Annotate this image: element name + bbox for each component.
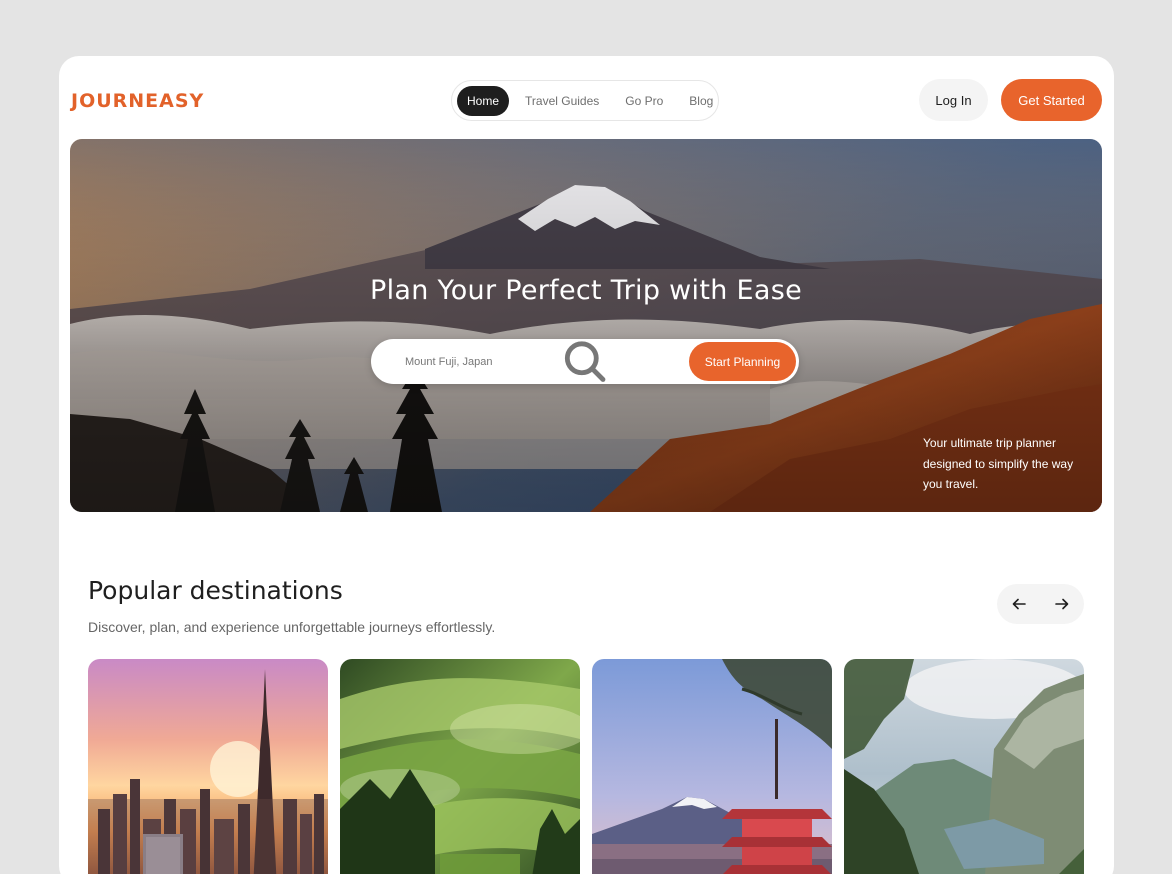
login-button[interactable]: Log In	[919, 79, 988, 121]
nav-item-blog[interactable]: Blog	[679, 86, 723, 116]
start-planning-button[interactable]: Start Planning	[689, 342, 796, 381]
destination-card[interactable]	[340, 659, 580, 874]
carousel-prev-button[interactable]	[997, 584, 1040, 624]
hero-title: Plan Your Perfect Trip with Ease	[369, 275, 802, 306]
app-window: JOURNEASY Home Travel Guides Go Pro Blog…	[59, 56, 1114, 874]
section-title: Popular destinations	[88, 576, 343, 605]
destination-card[interactable]	[592, 659, 832, 874]
destination-image-alpine-lake	[844, 659, 1084, 874]
hero-tagline: Your ultimate trip planner designed to s…	[923, 436, 1074, 491]
search-bar: Start Planning	[371, 339, 799, 384]
nav-item-go-pro[interactable]: Go Pro	[615, 86, 673, 116]
carousel-next-button[interactable]	[1040, 584, 1083, 624]
search-icon	[383, 341, 606, 382]
destination-card[interactable]	[88, 659, 328, 874]
arrow-right-icon	[1054, 598, 1068, 610]
carousel-controls	[997, 584, 1084, 624]
main-nav: Home Travel Guides Go Pro Blog	[451, 80, 719, 121]
get-started-button[interactable]: Get Started	[1001, 79, 1102, 121]
brand-logo[interactable]: JOURNEASY	[71, 90, 204, 112]
nav-item-home[interactable]: Home	[457, 85, 510, 116]
destination-image-green-hills	[340, 659, 580, 874]
nav-item-travel-guides[interactable]: Travel Guides	[515, 86, 609, 116]
arrow-left-icon	[1012, 598, 1026, 610]
destination-card[interactable]	[844, 659, 1084, 874]
destination-image-pagoda-fuji	[592, 659, 832, 874]
destination-image-city-skyline	[88, 659, 328, 874]
hero-banner: Plan Your Perfect Trip with Ease Start P…	[70, 139, 1102, 512]
section-subtitle: Discover, plan, and experience unforgett…	[88, 619, 496, 635]
